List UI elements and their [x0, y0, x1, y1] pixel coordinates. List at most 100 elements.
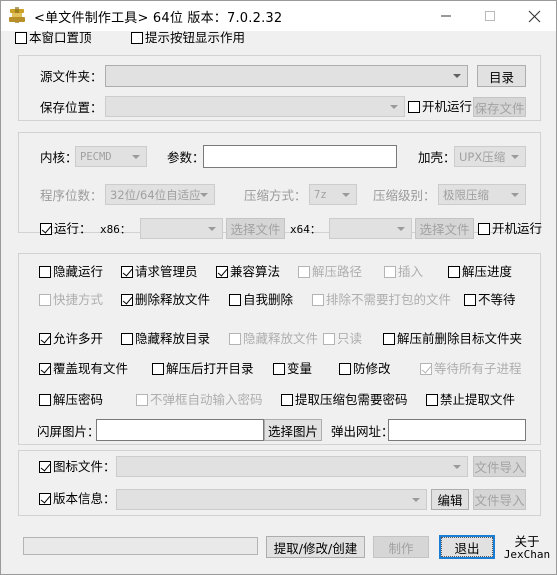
- option-extract-path[interactable]: 解压路径: [298, 265, 362, 279]
- bitness-combo[interactable]: 32位/64位自适应: [105, 184, 215, 205]
- packer-combo[interactable]: UPX压缩: [454, 146, 526, 167]
- option-wait-all-subprocess[interactable]: 等待所有子进程: [420, 362, 522, 376]
- icon-file-checkbox[interactable]: 图标文件：: [39, 460, 116, 474]
- option-forbid-extract-files[interactable]: 禁止提取文件: [426, 393, 515, 407]
- option-no-wait[interactable]: 不等待: [464, 293, 516, 307]
- option-label: 解压后打开目录: [166, 361, 254, 376]
- chevron-down-icon: [200, 192, 208, 197]
- option-read-only[interactable]: 只读: [323, 332, 362, 346]
- option-label: 兼容算法: [230, 264, 281, 279]
- option-label: 解压密码: [53, 392, 104, 407]
- option-extract-password[interactable]: 解压密码: [39, 393, 103, 407]
- option-hide-release-dir[interactable]: 隐藏释放目录: [121, 332, 210, 346]
- chevron-down-icon: [208, 226, 216, 231]
- close-icon[interactable]: [512, 1, 556, 31]
- x64-choose-file-label: 选择文件: [419, 222, 470, 237]
- option-delete-released-files[interactable]: 删除释放文件: [121, 293, 210, 307]
- version-info-edit-button[interactable]: 编辑: [431, 489, 469, 510]
- checkbox-box: [383, 333, 395, 345]
- extract-modify-create-button[interactable]: 提取/修改/创建: [266, 536, 365, 558]
- option-hide-release-files[interactable]: 隐藏释放文件: [229, 332, 318, 346]
- exit-button[interactable]: 退出: [439, 535, 495, 559]
- show-tip-buttons-checkbox[interactable]: 提示按钮显示作用: [131, 31, 245, 45]
- save-location-combo[interactable]: [105, 96, 405, 117]
- compress-method-combo[interactable]: 7z: [309, 184, 357, 205]
- checkbox-box: [39, 266, 51, 278]
- splash-image-label: 闪屏图片：: [37, 424, 100, 439]
- option-overwrite-existing[interactable]: 覆盖现有文件: [39, 362, 128, 376]
- save-file-button[interactable]: 保存文件: [473, 97, 526, 117]
- checkbox-box: [40, 223, 52, 235]
- icon-file-import-button[interactable]: 文件导入: [473, 456, 526, 477]
- checkbox-box: [298, 266, 310, 278]
- option-self-delete[interactable]: 自我删除: [229, 293, 293, 307]
- popup-url-input[interactable]: [388, 419, 526, 441]
- checkbox-box: [478, 223, 490, 235]
- option-label: 隐藏运行: [53, 264, 104, 279]
- always-on-top-label: 本窗口置顶: [29, 30, 92, 45]
- x64-choose-file-button[interactable]: 选择文件: [415, 218, 474, 239]
- option-insert[interactable]: 插入: [384, 265, 423, 279]
- save-boot-run-checkbox[interactable]: 开机运行: [408, 100, 472, 114]
- window-title: <单文件制作工具> 64位 版本：7.0.2.32: [34, 10, 283, 26]
- checkbox-box: [152, 363, 164, 375]
- option-delete-target-before-extract[interactable]: 解压前删除目标文件夹: [383, 332, 522, 346]
- core-boot-run-label: 开机运行: [492, 221, 543, 236]
- option-auto-input-password[interactable]: 不弹框自动输入密码: [136, 393, 263, 407]
- option-label: 等待所有子进程: [434, 361, 522, 376]
- core-boot-run-checkbox[interactable]: 开机运行: [478, 222, 542, 236]
- option-compat-algorithm[interactable]: 兼容算法: [216, 265, 280, 279]
- icon-file-import-label: 文件导入: [474, 460, 525, 475]
- exit-label: 退出: [454, 540, 480, 556]
- x86-combo[interactable]: [140, 218, 223, 239]
- maximize-icon[interactable]: [468, 1, 512, 31]
- version-info-combo[interactable]: [116, 489, 427, 510]
- chevron-down-icon: [412, 497, 420, 502]
- icon-file-combo[interactable]: [116, 456, 468, 477]
- x86-choose-file-button[interactable]: 选择文件: [226, 218, 285, 239]
- bitness-label: 程序位数：: [40, 188, 103, 203]
- about-button[interactable]: 关于 JexChan: [501, 535, 553, 561]
- kernel-combo[interactable]: PECMD: [75, 146, 147, 167]
- checkbox-box: [448, 266, 460, 278]
- option-open-dir-after-extract[interactable]: 解压后打开目录: [152, 362, 254, 376]
- choose-image-button[interactable]: 选择图片: [264, 419, 322, 441]
- option-archive-needs-password[interactable]: 提取压缩包需要密码: [281, 393, 408, 407]
- splash-image-input[interactable]: [96, 419, 264, 441]
- x64-combo[interactable]: [329, 218, 412, 239]
- option-request-admin[interactable]: 请求管理员: [121, 265, 198, 279]
- checkbox-box: [121, 294, 133, 306]
- option-shortcut[interactable]: 快捷方式: [39, 293, 103, 307]
- checkbox-box: [281, 394, 293, 406]
- make-button[interactable]: 制作: [373, 536, 429, 558]
- option-exclude-unneeded-files[interactable]: 排除不需要打包的文件: [312, 293, 451, 307]
- option-extract-progress[interactable]: 解压进度: [448, 265, 512, 279]
- x86-choose-file-label: 选择文件: [230, 222, 281, 237]
- always-on-top-checkbox[interactable]: 本窗口置顶: [15, 31, 92, 45]
- app-window: <单文件制作工具> 64位 版本：7.0.2.32 本窗口置顶 提示按钮显示作用…: [0, 0, 557, 575]
- checkbox-box: [420, 363, 432, 375]
- option-allow-multi-instance[interactable]: 允许多开: [39, 332, 103, 346]
- params-input[interactable]: [203, 145, 397, 168]
- browse-directory-button[interactable]: 目录: [477, 65, 526, 87]
- save-boot-run-label: 开机运行: [422, 99, 473, 114]
- about-label: 关于: [514, 534, 540, 549]
- version-info-checkbox[interactable]: 版本信息：: [39, 492, 116, 506]
- checkbox-box: [39, 461, 51, 473]
- checkbox-box: [39, 294, 51, 306]
- compress-level-label: 压缩级别：: [373, 188, 436, 203]
- compress-level-combo[interactable]: 极限压缩: [438, 184, 526, 205]
- option-variable[interactable]: 变量: [273, 362, 312, 376]
- app-icon: [8, 7, 26, 25]
- version-info-import-label: 文件导入: [474, 493, 525, 508]
- option-label: 解压路径: [312, 264, 363, 279]
- option-anti-modify[interactable]: 防修改: [339, 362, 391, 376]
- option-hidden-run[interactable]: 隐藏运行: [39, 265, 103, 279]
- checkbox-box: [408, 101, 420, 113]
- bitness-value: 32位/64位自适应: [110, 187, 201, 202]
- source-folder-combo[interactable]: [105, 65, 468, 87]
- option-label: 不等待: [478, 292, 516, 307]
- minimize-icon[interactable]: [424, 1, 468, 31]
- run-checkbox[interactable]: 运行：: [40, 222, 92, 236]
- version-info-import-button[interactable]: 文件导入: [473, 489, 526, 510]
